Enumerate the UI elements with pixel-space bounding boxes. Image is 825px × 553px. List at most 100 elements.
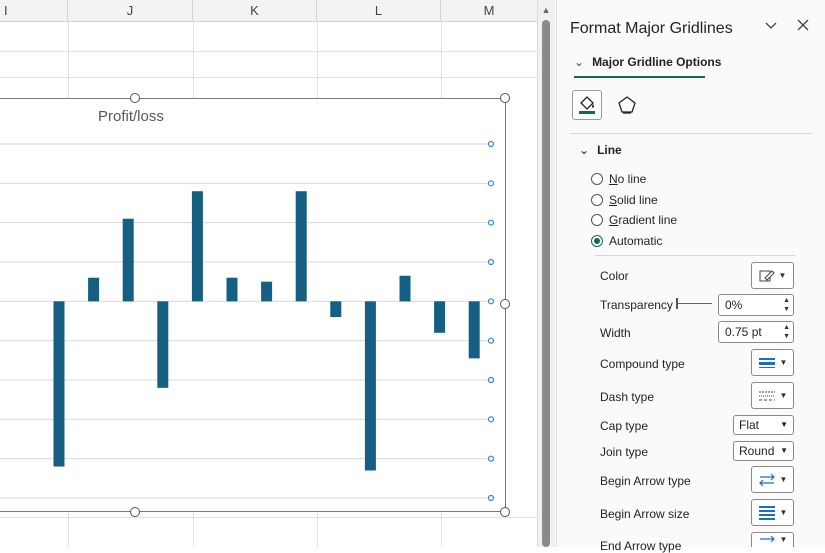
paint-bucket-icon — [579, 96, 595, 114]
column-header-m[interactable]: M — [441, 0, 537, 22]
join-type-value: Round — [739, 444, 775, 458]
spreadsheet-grid[interactable]: I J K L M Profit/loss — [0, 0, 537, 547]
gridline-selection-dot[interactable] — [487, 140, 495, 148]
chevron-down-icon: ▼ — [779, 358, 788, 367]
chart-bar[interactable] — [191, 191, 203, 302]
width-label: Width — [600, 326, 631, 340]
radio-label: o line — [617, 172, 647, 186]
divider — [595, 255, 795, 256]
gridline-selection-dot[interactable] — [487, 376, 495, 384]
radio-button[interactable] — [591, 214, 603, 226]
cap-type-label: Cap type — [600, 419, 649, 433]
chevron-down-icon: ▼ — [779, 475, 788, 484]
transparency-slider-thumb[interactable] — [676, 298, 678, 309]
chart-bar[interactable] — [122, 218, 134, 302]
chevron-down-icon: ▼ — [779, 508, 788, 517]
gridline-selection-dot[interactable] — [487, 416, 495, 423]
chart-bar[interactable] — [226, 277, 238, 302]
radio-gradient-line[interactable]: Gradient line — [591, 213, 677, 227]
resize-handle-top[interactable] — [130, 93, 140, 103]
dash-type-label: Dash type — [600, 390, 655, 404]
begin-arrow-size-label: Begin Arrow size — [600, 507, 690, 521]
line-section-header[interactable]: ⌄ Line — [579, 143, 622, 157]
line-section-label: Line — [597, 143, 622, 157]
spinner-arrows-icon[interactable]: ▲ ▼ — [783, 323, 790, 341]
spinner-arrows-icon[interactable]: ▲ ▼ — [783, 296, 790, 314]
chart-bar[interactable] — [261, 281, 273, 302]
resize-handle-bottom[interactable] — [130, 507, 140, 517]
width-input[interactable]: 0.75 pt ▲ ▼ — [718, 321, 794, 343]
chart-bar[interactable] — [157, 301, 169, 388]
begin-arrow-size-button[interactable]: ▼ — [751, 499, 794, 526]
join-type-select[interactable]: Round ▼ — [733, 441, 794, 461]
resize-handle-bottom-right[interactable] — [500, 507, 510, 517]
chart-bar[interactable] — [53, 301, 65, 467]
width-value: 0.75 pt — [725, 325, 762, 339]
format-pane: Format Major Gridlines ⌄ Major Gridline O… — [556, 0, 825, 553]
radio-button[interactable] — [591, 194, 603, 206]
gridline-selection-dot[interactable] — [487, 298, 495, 305]
effects-tab[interactable] — [612, 90, 642, 120]
chart-bar[interactable] — [295, 191, 307, 302]
profit-loss-chart[interactable] — [0, 98, 516, 512]
gridline-selection-dot[interactable] — [487, 337, 495, 344]
close-icon[interactable] — [796, 18, 810, 37]
cell-gridline — [0, 517, 537, 518]
compound-type-button[interactable]: ▼ — [751, 349, 794, 376]
gridline-selection-dot[interactable] — [487, 180, 495, 187]
dash-lines-icon — [758, 391, 775, 400]
dash-type-button[interactable]: ▼ — [751, 382, 794, 409]
chevron-down-icon: ▼ — [779, 391, 788, 400]
pen-color-icon — [759, 269, 775, 281]
chart-bar[interactable] — [468, 301, 480, 359]
gridline-selection-dot[interactable] — [487, 219, 495, 226]
chevron-down-icon: ▼ — [780, 446, 788, 455]
gridline-selection-dot[interactable] — [487, 258, 495, 266]
color-label: Color — [600, 269, 629, 283]
resize-handle-top-right[interactable] — [500, 93, 510, 103]
column-header-l[interactable]: L — [317, 0, 441, 22]
column-header-i[interactable]: I — [0, 0, 68, 22]
join-type-label: Join type — [600, 445, 649, 459]
chevron-down-icon: ⌄ — [579, 143, 590, 157]
transparency-label: Transparency — [600, 298, 673, 312]
column-header-k[interactable]: K — [193, 0, 317, 22]
begin-arrow-type-label: Begin Arrow type — [600, 474, 691, 488]
begin-arrow-type-button[interactable]: ▼ — [751, 466, 794, 493]
scroll-up-arrow-icon[interactable]: ▲ — [540, 5, 552, 15]
radio-button-selected[interactable] — [591, 235, 603, 247]
cell-gridline — [0, 77, 537, 78]
radio-button[interactable] — [591, 173, 603, 185]
resize-handle-right[interactable] — [500, 299, 510, 309]
radio-no-line[interactable]: No line — [591, 172, 646, 186]
chart-bar[interactable] — [88, 277, 100, 302]
compound-lines-icon — [758, 357, 775, 368]
transparency-slider[interactable] — [676, 303, 712, 304]
end-arrow-type-button[interactable]: ▼ — [751, 532, 794, 547]
divider — [570, 133, 813, 134]
radio-solid-line[interactable]: Solid line — [591, 193, 658, 207]
major-gridline-options-tab[interactable]: ⌄ Major Gridline Options — [574, 55, 721, 69]
transparency-value: 0% — [725, 298, 743, 312]
fill-line-tab[interactable] — [572, 90, 602, 120]
radio-automatic[interactable]: Automatic — [591, 234, 662, 248]
scrollbar-thumb[interactable] — [542, 20, 550, 547]
transparency-input[interactable]: 0% ▲ ▼ — [718, 294, 794, 316]
color-picker-button[interactable]: ▼ — [751, 262, 794, 289]
chevron-down-icon: ⌄ — [574, 55, 585, 69]
chart-bar[interactable] — [364, 301, 376, 471]
chart-title[interactable]: Profit/loss — [98, 108, 164, 125]
column-header-j[interactable]: J — [68, 0, 193, 22]
pentagon-icon — [618, 96, 636, 114]
arrow-size-icon — [758, 505, 775, 520]
gridline-selection-dot[interactable] — [487, 455, 495, 462]
cell-gridline — [0, 51, 537, 52]
gridline-selection-dot[interactable] — [487, 494, 495, 502]
chart-bar[interactable] — [399, 275, 411, 302]
access-key: N — [609, 172, 618, 186]
cap-type-select[interactable]: Flat ▼ — [733, 415, 794, 435]
pane-options-chevron-icon[interactable] — [764, 18, 778, 37]
tab-underline — [574, 76, 705, 78]
chart-bar[interactable] — [434, 301, 446, 333]
chart-bar[interactable] — [330, 301, 342, 318]
